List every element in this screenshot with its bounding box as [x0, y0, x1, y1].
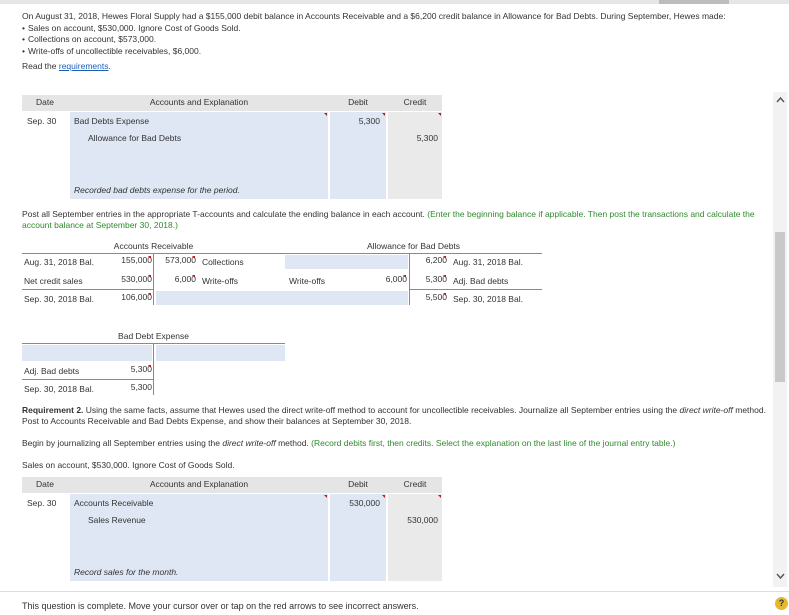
line1-debit[interactable]: 5,300 — [330, 116, 380, 126]
line2-account[interactable]: Sales Revenue — [88, 515, 146, 525]
t-horizontal-line — [285, 253, 542, 254]
t-account-title: Accounts Receivable — [113, 241, 194, 251]
ar-r2-debit[interactable]: 530,000 — [112, 274, 152, 284]
allow-r3-right-label[interactable]: Sep. 30, 2018 Bal. — [453, 294, 523, 304]
line2-account[interactable]: Allowance for Bad Debts — [88, 133, 181, 143]
entry-date: Sep. 30 — [27, 116, 57, 126]
ar-r3-label[interactable]: Sep. 30, 2018 Bal. — [24, 294, 94, 304]
scrollbar-thumb[interactable] — [775, 232, 785, 382]
line1-account[interactable]: Accounts Receivable — [74, 498, 153, 508]
ar-r2-right-label[interactable]: Write-offs — [202, 276, 238, 286]
allow-r2-credit[interactable]: 5,300 — [409, 274, 447, 284]
allow-total-line — [409, 289, 542, 290]
line1-account[interactable]: Bad Debts Expense — [74, 116, 149, 126]
t-account-bad-debt-expense: Bad Debt Expense Adj. Bad debts 5,300 Se… — [22, 331, 285, 397]
intro-bullets: Sales on account, $530,000. Ignore Cost … — [22, 23, 774, 58]
t-account-accounts-receivable: Accounts Receivable Aug. 31, 2018 Bal. 1… — [22, 241, 285, 311]
bde-blank-credit-input[interactable] — [156, 345, 285, 361]
post-text: Post all September entries in the approp… — [22, 209, 428, 219]
t-vertical-line — [153, 343, 154, 395]
begin-italic: direct write-off — [222, 438, 276, 448]
allow-r1-credit[interactable]: 6,200 — [409, 255, 447, 265]
req2-italic: direct write-off — [679, 405, 733, 415]
t-account-title: Bad Debt Expense — [118, 331, 189, 341]
line2-credit[interactable]: 5,300 — [388, 133, 438, 143]
req2-text1: Using the same facts, assume that Hewes … — [83, 405, 680, 415]
sales-line: Sales on account, $530,000. Ignore Cost … — [22, 460, 235, 470]
ar-r1-label[interactable]: Aug. 31, 2018 Bal. — [24, 257, 94, 267]
header-credit: Credit — [403, 97, 427, 107]
credit-input-area[interactable] — [388, 494, 442, 581]
bde-r2-debit[interactable]: 5,300 — [112, 382, 152, 392]
chevron-up-icon[interactable] — [776, 96, 785, 103]
bde-r1-label[interactable]: Adj. Bad debts — [24, 366, 79, 376]
begin-text2: method. — [275, 438, 312, 448]
req2-bold: Requirement 2. — [22, 405, 84, 415]
bde-r1-debit[interactable]: 5,300 — [112, 364, 152, 374]
intro-text: On August 31, 2018, Hewes Floral Supply … — [22, 11, 726, 21]
header-date: Date — [36, 479, 54, 489]
bullet-item: Sales on account, $530,000. Ignore Cost … — [22, 23, 774, 35]
bullet-item: Collections on account, $573,000. — [22, 34, 774, 46]
begin-text1: Begin by journalizing all September entr… — [22, 438, 223, 448]
bde-blank-debit-input[interactable] — [22, 345, 152, 361]
t-account-title: Allowance for Bad Debts — [366, 241, 461, 251]
read-prefix: Read the — [22, 61, 59, 71]
begin-instruction: Begin by journalizing all September entr… — [22, 438, 767, 448]
allow-r2-debit[interactable]: 6,000 — [369, 274, 407, 284]
ar-r1-right-label[interactable]: Collections — [202, 257, 244, 267]
header-explanation: Accounts and Explanation — [149, 97, 249, 107]
allow-r3-credit[interactable]: 5,500 — [409, 292, 447, 302]
requirements-link[interactable]: requirements — [59, 61, 109, 71]
chevron-down-icon[interactable] — [776, 573, 785, 580]
begin-green-hint: (Record debits first, then credits. Sele… — [311, 438, 676, 448]
progress-segment — [659, 0, 729, 4]
entry-date: Sep. 30 — [27, 498, 57, 508]
header-debit: Debit — [348, 479, 368, 489]
line2-credit[interactable]: 530,000 — [388, 515, 438, 525]
credit-input-area[interactable] — [388, 112, 442, 199]
footer-divider — [0, 591, 789, 592]
read-requirements-line: Read the requirements. — [22, 61, 774, 73]
header-date: Date — [36, 97, 54, 107]
journal-table-1: Date Accounts and Explanation Debit Cred… — [22, 95, 442, 199]
header-credit: Credit — [403, 479, 427, 489]
ar-r3-debit[interactable]: 106,000 — [112, 292, 152, 302]
ar-total-line — [22, 289, 153, 290]
problem-intro: On August 31, 2018, Hewes Floral Supply … — [22, 11, 774, 73]
allow-r1-debit-input[interactable] — [285, 255, 408, 269]
vertical-scrollbar[interactable] — [773, 92, 787, 587]
bullet-item: Write-offs of uncollectible receivables,… — [22, 46, 774, 58]
t-vertical-line — [153, 253, 154, 305]
journal-table-2: Date Accounts and Explanation Debit Cred… — [22, 477, 442, 581]
top-progress-bar — [0, 0, 789, 4]
header-explanation: Accounts and Explanation — [149, 479, 249, 489]
ar-r2-credit[interactable]: 6,000 — [156, 274, 196, 284]
ar-r1-credit[interactable]: 573,000 — [156, 255, 196, 265]
header-debit: Debit — [348, 97, 368, 107]
t-account-allowance: Allowance for Bad Debts 6,200 Aug. 31, 2… — [285, 241, 542, 311]
allow-r3-debit-input[interactable] — [285, 291, 408, 305]
entry-explanation[interactable]: Recorded bad debts expense for the perio… — [74, 185, 240, 195]
allow-r1-right-label[interactable]: Aug. 31, 2018 Bal. — [453, 257, 523, 267]
bde-total-line — [22, 379, 153, 380]
entry-explanation[interactable]: Record sales for the month. — [74, 567, 178, 577]
post-instruction: Post all September entries in the approp… — [22, 209, 767, 231]
line1-debit[interactable]: 530,000 — [330, 498, 380, 508]
ar-r3-credit-input[interactable] — [156, 291, 285, 305]
completion-status: This question is complete. Move your cur… — [22, 601, 419, 611]
allow-r2-left-label[interactable]: Write-offs — [289, 276, 325, 286]
ar-r2-label[interactable]: Net credit sales — [24, 276, 83, 286]
read-suffix: . — [108, 61, 111, 71]
bde-r2-label[interactable]: Sep. 30, 2018 Bal. — [24, 384, 94, 394]
requirement-2: Requirement 2. Using the same facts, ass… — [22, 405, 767, 427]
help-icon[interactable]: ? — [775, 597, 788, 610]
ar-r1-debit[interactable]: 155,000 — [112, 255, 152, 265]
allow-r2-right-label[interactable]: Adj. Bad debts — [453, 276, 508, 286]
